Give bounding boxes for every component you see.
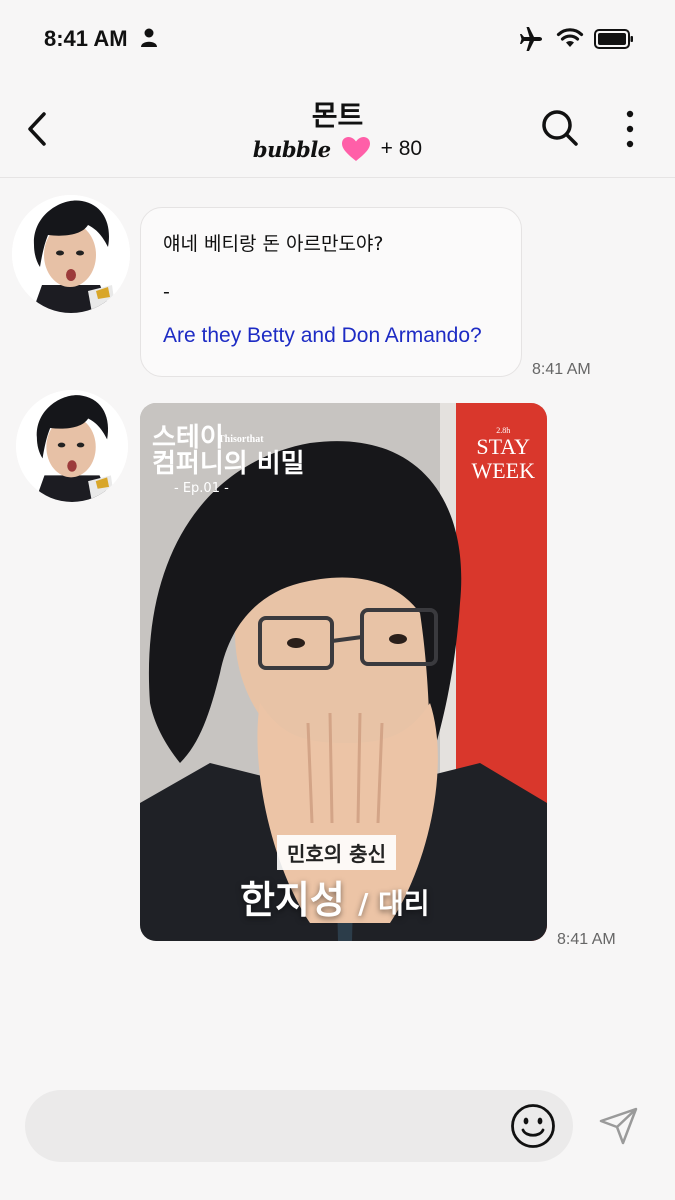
letter-count: + 80 xyxy=(380,137,423,160)
avatar[interactable] xyxy=(12,195,130,313)
status-bar: 8:41 AM xyxy=(0,0,675,80)
stay-week-line2: WEEK xyxy=(471,458,535,483)
message-composer xyxy=(25,1090,573,1162)
name-caption: 한지성 / 대리 xyxy=(240,869,430,924)
message-separator: - xyxy=(163,281,170,303)
role-text: / 대리 xyxy=(358,887,430,920)
more-vertical-icon[interactable] xyxy=(620,108,640,150)
message-timestamp: 8:41 AM xyxy=(532,361,591,378)
stay-week-line1: STAY xyxy=(476,434,531,459)
photo-message[interactable]: 스테이 컴퍼니의 비밀 - Ep.01 - Thisorthat 2.8h ST… xyxy=(140,403,547,941)
show-brand: Thisorthat xyxy=(218,434,264,445)
stay-week-logo: 2.8h STAY WEEK xyxy=(471,427,535,483)
show-title-line2: 컴퍼니의 비밀 xyxy=(152,449,305,479)
status-time: 8:41 AM xyxy=(44,26,128,51)
message-bubble[interactable]: 얘네 베티랑 돈 아르만도야? - Are they Betty and Don… xyxy=(140,207,522,377)
wifi-icon xyxy=(556,28,584,47)
message-translation: Are they Betty and Don Armando? xyxy=(163,324,482,347)
smiley-icon[interactable] xyxy=(509,1102,557,1150)
episode-label: - Ep.01 - xyxy=(174,481,229,496)
battery-icon xyxy=(594,29,633,49)
search-icon[interactable] xyxy=(540,108,580,148)
heart-icon xyxy=(341,137,370,161)
airplane-icon xyxy=(520,27,542,51)
name-text: 한지성 xyxy=(240,878,345,922)
send-icon[interactable] xyxy=(598,1106,640,1146)
person-icon xyxy=(141,28,157,47)
bubble-logo: bubble xyxy=(252,136,331,162)
chat-header: 몬트 bubble + 80 xyxy=(0,80,675,178)
caption-box: 민호의 충신 xyxy=(277,835,396,870)
message-timestamp: 8:41 AM xyxy=(557,931,616,948)
message-text: 얘네 베티랑 돈 아르만도야? xyxy=(163,233,384,255)
message-input[interactable] xyxy=(47,1106,487,1146)
avatar[interactable] xyxy=(16,390,128,502)
